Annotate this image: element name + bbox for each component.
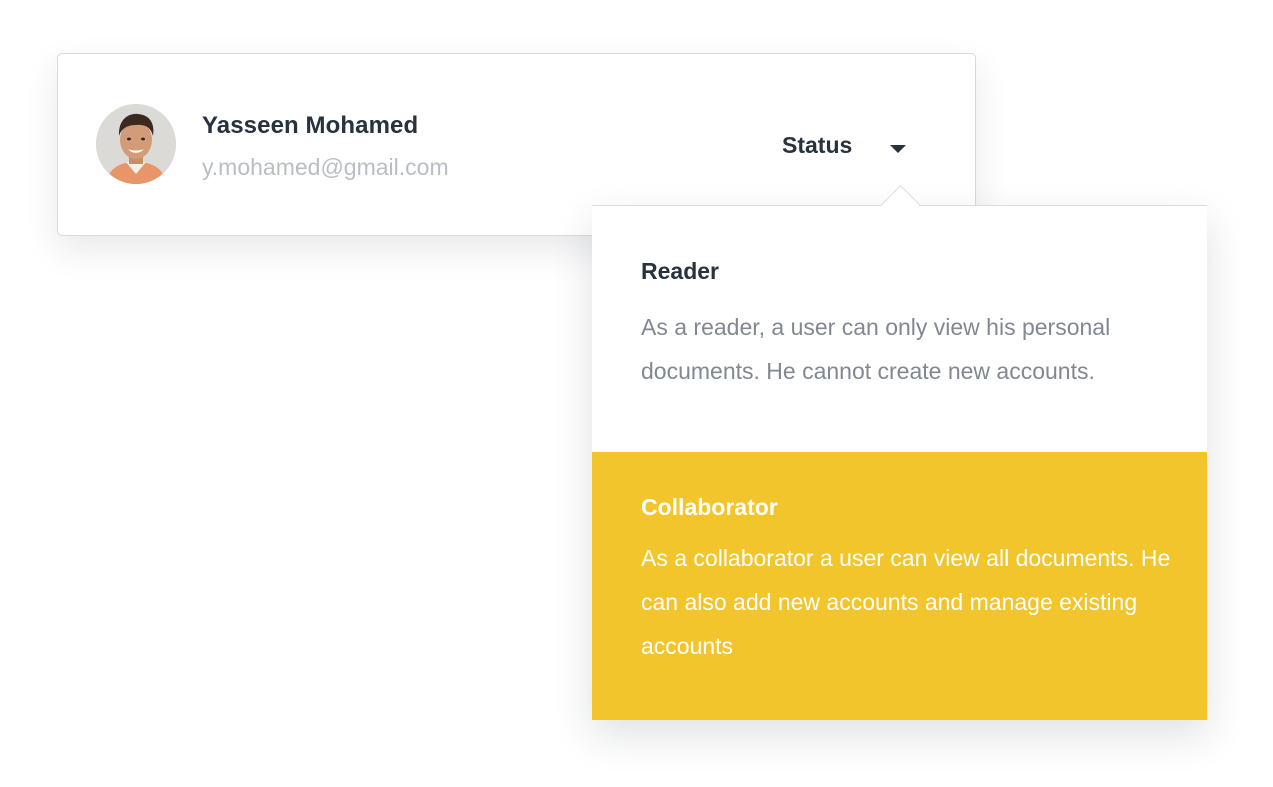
option-title: Reader <box>641 258 719 284</box>
option-description: As a collaborator a user can view all do… <box>641 545 1171 659</box>
status-option-reader[interactable]: Reader As a reader, a user can only view… <box>592 206 1207 453</box>
avatar[interactable] <box>96 104 176 184</box>
user-avatar-photo-icon <box>96 104 176 184</box>
status-dropdown-toggle[interactable]: Status <box>773 124 918 168</box>
user-name: Yasseen Mohamed <box>202 112 419 139</box>
status-option-collaborator[interactable]: Collaborator As a collaborator a user ca… <box>592 452 1207 720</box>
status-label: Status <box>782 132 853 158</box>
page: Yasseen Mohamed y.mohamed@gmail.com Stat… <box>0 0 1273 787</box>
option-title: Collaborator <box>641 494 778 520</box>
status-dropdown-menu: Reader As a reader, a user can only view… <box>592 205 1207 720</box>
dropdown-pointer <box>880 185 920 206</box>
option-description: As a reader, a user can only view his pe… <box>641 314 1111 384</box>
user-email: y.mohamed@gmail.com <box>202 154 449 180</box>
caret-down-icon[interactable] <box>890 145 906 153</box>
